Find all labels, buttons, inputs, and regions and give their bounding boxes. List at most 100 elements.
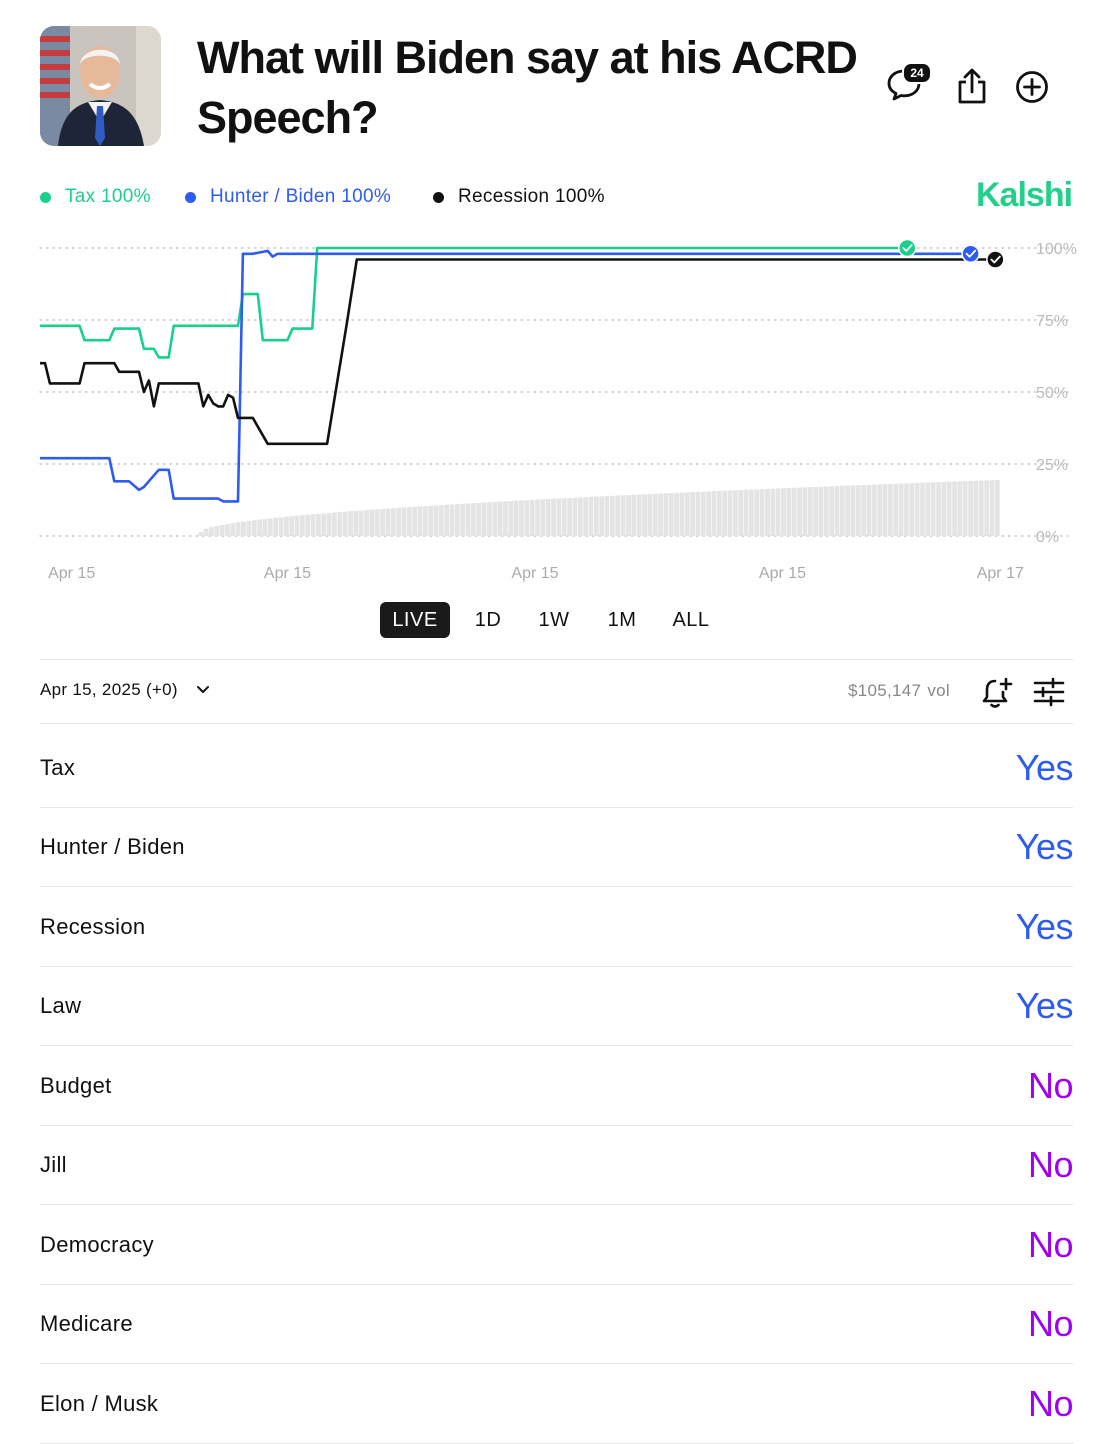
outcome-row-democracy[interactable]: Democracy No: [40, 1205, 1074, 1285]
price-chart[interactable]: 100%75%50%25%0% Apr 15 Apr 15 Apr 15 Apr 15…: [0, 232, 1110, 592]
range-all-button[interactable]: ALL: [662, 602, 720, 638]
volume-bar: [738, 490, 744, 536]
legend-dot: [185, 191, 196, 203]
range-1m-button[interactable]: 1M: [594, 602, 650, 638]
range-1w-button[interactable]: 1W: [526, 602, 582, 638]
volume-bar: [545, 499, 551, 536]
outcome-row-hunter-biden[interactable]: Hunter / Biden Yes: [40, 807, 1074, 887]
volume-bar: [765, 488, 770, 536]
volume-bar: [529, 499, 535, 536]
volume-bar: [369, 509, 375, 536]
volume-bar: [610, 495, 615, 536]
volume-bar: [636, 494, 642, 536]
volume-display: $105,147 vol: [848, 681, 950, 701]
volume-bar: [374, 509, 380, 536]
volume-bar: [310, 514, 316, 536]
volume-bar: [594, 496, 599, 536]
outcome-result: No: [1027, 1383, 1074, 1424]
outcome-name: Elon / Musk: [40, 1391, 159, 1416]
outcome-row-law[interactable]: Law Yes: [40, 966, 1074, 1046]
outcome-name: Medicare: [40, 1311, 133, 1336]
volume-bar: [727, 490, 733, 536]
share-button[interactable]: [952, 66, 992, 108]
date-selector[interactable]: Apr 15, 2025 (+0): [40, 680, 210, 700]
volume-bar: [711, 491, 717, 536]
volume-bars: [198, 480, 1000, 536]
outcome-row-budget[interactable]: Budget No: [40, 1046, 1074, 1126]
volume-bar: [839, 485, 845, 536]
legend-label: Recession 100%: [458, 186, 605, 207]
volume-bar: [807, 487, 813, 536]
volume-bar: [572, 497, 578, 536]
volume-bar: [962, 481, 968, 536]
outcome-row-elon-musk[interactable]: Elon / Musk No: [40, 1364, 1074, 1444]
volume-bar: [487, 502, 492, 536]
volume-bar: [438, 505, 444, 536]
outcome-name: Jill: [40, 1152, 67, 1177]
volume-bar: [920, 482, 925, 536]
outcome-result: No: [1027, 1224, 1074, 1265]
marker-dot: [897, 238, 917, 258]
volume-bar: [471, 503, 476, 536]
legend-label: Hunter / Biden 100%: [210, 186, 392, 207]
volume-bar: [914, 482, 920, 536]
volume-bar: [754, 489, 760, 536]
volume-bar: [973, 480, 979, 536]
volume-amount: $105,147: [848, 681, 922, 700]
volume-bar: [631, 494, 637, 536]
volume-bar: [551, 498, 556, 536]
legend-item-recession[interactable]: Recession 100%: [433, 184, 605, 210]
volume-bar: [941, 481, 947, 536]
volume-bar: [674, 492, 679, 536]
volume-bar: [604, 496, 610, 536]
x-tick-label: Apr 15: [264, 565, 311, 582]
chart-settings-button[interactable]: [1031, 674, 1067, 710]
outcome-result: Yes: [1015, 747, 1074, 788]
outcome-row-jill[interactable]: Jill No: [40, 1125, 1074, 1205]
outcome-row-medicare[interactable]: Medicare No: [40, 1284, 1074, 1364]
volume-bar: [561, 498, 567, 536]
outcome-row-recession[interactable]: Recession Yes: [40, 887, 1074, 967]
range-live-button[interactable]: LIVE: [380, 602, 450, 638]
add-alert-button[interactable]: [978, 674, 1016, 712]
volume-bar: [909, 483, 915, 536]
legend-item-tax[interactable]: Tax 100%: [40, 184, 151, 210]
volume-bar: [508, 501, 514, 536]
volume-bar: [262, 518, 268, 536]
resolved-check-icon: [986, 250, 1005, 269]
volume-bar: [684, 492, 690, 536]
series-line-recession: [40, 258, 996, 446]
volume-bar: [733, 490, 738, 536]
outcome-row-tax[interactable]: Tax Yes: [40, 728, 1074, 808]
chevron-down-icon: [196, 686, 209, 693]
volume-bar: [433, 505, 439, 536]
volume-bar: [904, 483, 909, 536]
add-to-watchlist-button[interactable]: [1011, 66, 1053, 108]
volume-bar: [524, 500, 530, 536]
volume-bar: [690, 492, 695, 536]
legend-item-hunter-biden[interactable]: Hunter / Biden 100%: [185, 184, 391, 210]
volume-bar: [417, 506, 423, 536]
range-1d-button[interactable]: 1D: [462, 602, 514, 638]
volume-bar: [535, 499, 540, 536]
volume-bar: [396, 507, 401, 536]
outcome-result: Yes: [1015, 826, 1074, 867]
volume-bar: [994, 480, 1000, 536]
volume-bar: [679, 492, 685, 536]
volume-bar: [850, 485, 856, 536]
volume-bar: [797, 487, 802, 536]
volume-bar: [749, 489, 754, 536]
volume-bar: [615, 495, 621, 536]
volume-bar: [722, 490, 728, 536]
volume-bar: [781, 488, 786, 536]
legend-dot: [40, 191, 51, 203]
legend-dot: [433, 191, 444, 203]
outcome-result: Yes: [1015, 985, 1074, 1026]
comments-button[interactable]: 24: [884, 62, 932, 110]
volume-bar: [668, 493, 674, 536]
volume-bar: [770, 488, 776, 536]
volume-bar: [871, 484, 877, 536]
volume-bar: [460, 503, 466, 536]
volume-bar: [556, 498, 562, 536]
volume-bar: [235, 522, 241, 536]
